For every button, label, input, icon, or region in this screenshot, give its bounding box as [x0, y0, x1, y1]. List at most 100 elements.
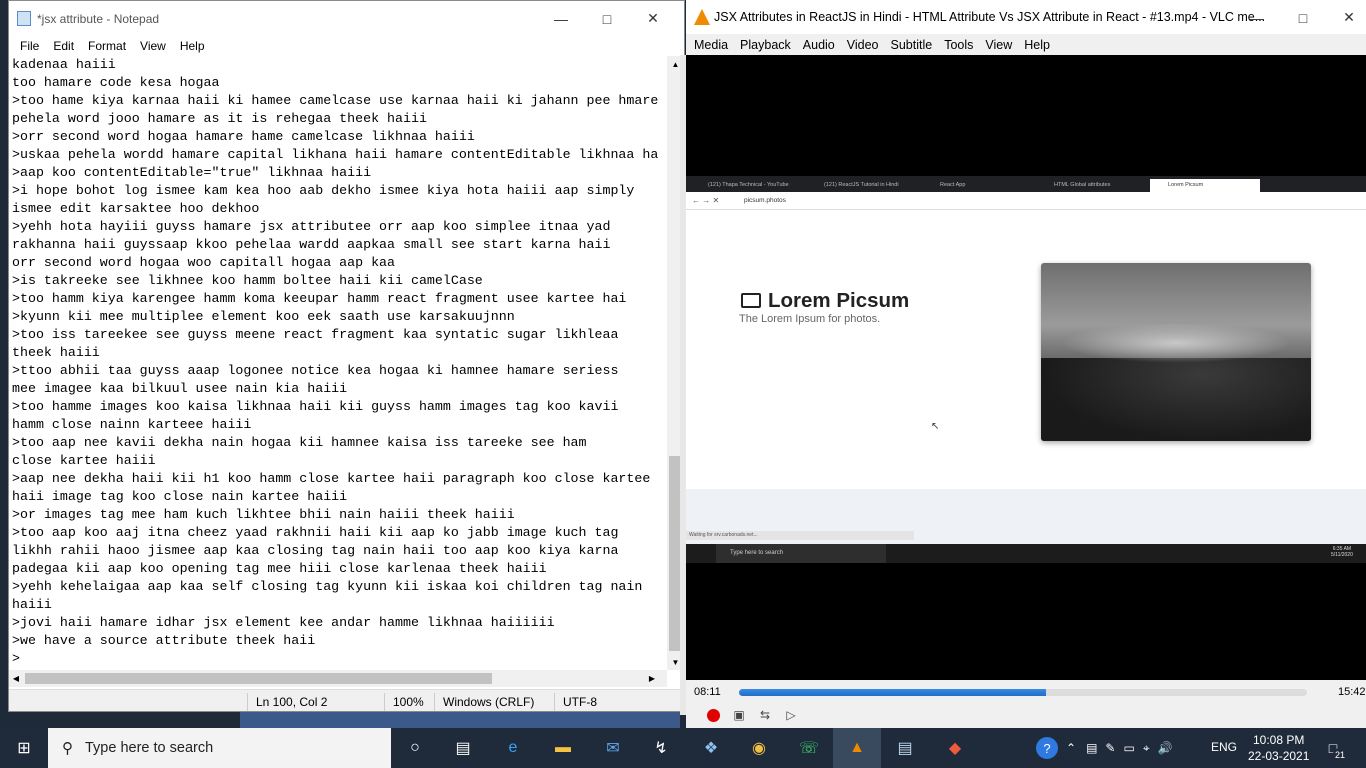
site-title: Lorem Picsum	[768, 289, 910, 312]
vlc-menu-subtitle[interactable]: Subtitle	[891, 38, 933, 52]
pen-icon[interactable]: ✎	[1105, 741, 1115, 755]
whatsapp-icon[interactable]: ☏	[785, 728, 833, 768]
dropbox-icon[interactable]: ❖	[687, 728, 735, 768]
notepad-app-icon	[17, 11, 31, 26]
text-line: >jovi haii hamare idhar jsx element kee …	[12, 615, 555, 630]
text-line: too hamare code kesa hogaa	[12, 75, 220, 90]
browser-tab-strip: (121) Thapa Technical - YouTube (121) Re…	[686, 176, 1366, 192]
seek-bar[interactable]	[739, 689, 1307, 696]
text-line: >too iss tareekee see guyss meene react …	[12, 327, 619, 342]
text-line: >or images tag mee ham kuch likhtee bhii…	[12, 507, 515, 522]
system-tray: ? ⌃ ▤ ✎ ▭ ⌖ 🔊	[1036, 728, 1173, 768]
maximize-icon[interactable]: □	[584, 1, 630, 36]
task-view-icon[interactable]: ▤	[439, 728, 487, 768]
text-line: kadenaa haiii	[12, 57, 116, 72]
seek-progress	[739, 689, 1046, 696]
search-icon: ⚲	[62, 740, 73, 757]
close-icon[interactable]: ✕	[630, 1, 676, 36]
snapshot-icon[interactable]: ▣	[728, 704, 750, 726]
text-line: >ttoo abhii taa guyss aaap logonee notic…	[12, 363, 619, 378]
sample-photo	[1041, 263, 1311, 441]
vlc-menu-view[interactable]: View	[985, 38, 1012, 52]
background-taskbar-strip	[240, 712, 680, 728]
vlc-menu-video[interactable]: Video	[847, 38, 879, 52]
text-line: >aap nee dekha haii kii h1 koo hamm clos…	[12, 471, 651, 486]
text-line: >too aap nee kavii dekha nain hogaa kii …	[12, 435, 587, 450]
text-line: >uskaa pehela wordd hamare capital likha…	[12, 147, 659, 162]
text-line: orr second word hogaa woo capitall hogaa…	[12, 255, 396, 270]
edge-icon[interactable]: e	[489, 728, 537, 768]
browser-tab-active: Lorem Picsum	[1150, 179, 1260, 192]
text-line: padegaa kii aap koo opening tag mee hiii…	[12, 561, 547, 576]
browser-tab: React App	[940, 182, 966, 188]
mail-icon[interactable]: ✉	[589, 728, 637, 768]
clock[interactable]: 10:08 PM 22-03-2021	[1248, 732, 1309, 764]
video-area[interactable]: (121) Thapa Technical - YouTube (121) Re…	[686, 55, 1366, 680]
windows-start-icon[interactable]: ⊞	[0, 728, 48, 768]
vlc-menu-media[interactable]: Media	[694, 38, 728, 52]
menu-help[interactable]: Help	[180, 39, 205, 53]
text-line: >too hame kiya karnaa haii ki hamee came…	[12, 93, 659, 108]
notepad-taskbar-icon[interactable]: ▤	[881, 728, 929, 768]
taskbar-search-box[interactable]: ⚲ Type here to search	[48, 728, 391, 768]
menu-view[interactable]: View	[140, 39, 166, 53]
notepad-menu-bar: File Edit Format View Help	[9, 36, 684, 56]
notepad-status-bar: Ln 100, Col 2 100% Windows (CRLF) UTF-8	[9, 689, 684, 711]
record-button[interactable]	[702, 704, 724, 726]
vlc-menu-help[interactable]: Help	[1024, 38, 1050, 52]
line-ending: Windows (CRLF)	[443, 695, 535, 709]
text-line: >yehh kehelaigaa aap kaa self closing ta…	[12, 579, 643, 594]
menu-edit[interactable]: Edit	[53, 39, 74, 53]
vlc-close-icon[interactable]: ✕	[1326, 0, 1366, 35]
volume-icon[interactable]: 🔊	[1158, 741, 1173, 755]
vlc-window: JSX Attributes in ReactJS in Hindi - HTM…	[686, 0, 1366, 731]
notepad-title-bar[interactable]: *jsx attribute - Notepad — □ ✕	[9, 1, 684, 36]
site-subtitle: The Lorem Ipsum for photos.	[739, 313, 881, 325]
vlc-maximize-icon[interactable]: □	[1280, 0, 1326, 35]
frame-step-icon[interactable]: ▷	[780, 704, 802, 726]
notepad-text-area[interactable]: kadenaa haiii too hamare code kesa hogaa >…	[12, 56, 667, 670]
scroll-left-icon[interactable]: ◀	[9, 670, 23, 687]
browser-url: picsum.photos	[744, 197, 786, 204]
vlc-menu-playback[interactable]: Playback	[740, 38, 791, 52]
browser-status-text: Waiting for srv.carbonads.net...	[686, 531, 914, 540]
vlc-title-bar[interactable]: JSX Attributes in ReactJS in Hindi - HTM…	[686, 0, 1366, 34]
text-line: >too hamm kiya karengee hamm koma keeupa…	[12, 291, 627, 306]
menu-format[interactable]: Format	[88, 39, 126, 53]
chrome-icon[interactable]: ◉	[735, 728, 783, 768]
vlc-minimize-icon[interactable]: —	[1234, 0, 1280, 35]
wifi-icon[interactable]: ⌖	[1143, 741, 1150, 756]
vlc-taskbar-icon[interactable]: ▲	[833, 728, 881, 768]
device-icon[interactable]: ▤	[1086, 741, 1097, 755]
vlc-menu-audio[interactable]: Audio	[803, 38, 835, 52]
git-icon[interactable]: ↯	[637, 728, 685, 768]
back-arrow-icon: ← → ✕	[692, 196, 720, 205]
encoding: UTF-8	[563, 695, 597, 709]
anydesk-icon[interactable]: ◆	[931, 728, 979, 768]
cortana-icon[interactable]: ○	[391, 728, 439, 768]
chevron-up-icon[interactable]: ⌃	[1066, 741, 1076, 755]
vlc-menu-tools[interactable]: Tools	[944, 38, 973, 52]
file-explorer-icon[interactable]: ▬	[539, 728, 587, 768]
zoom-level: 100%	[393, 695, 424, 709]
browser-tab: HTML Global attributes	[1054, 182, 1111, 188]
text-line: >i hope bohot log ismee kam kea hoo aab …	[12, 183, 635, 198]
picsum-logo-icon	[741, 293, 761, 308]
text-line: >too aap koo aaj itna cheez yaad rakhnii…	[12, 525, 619, 540]
text-line: >orr second word hogaa hamare hame camel…	[12, 129, 475, 144]
loop-ab-icon[interactable]: ⇆	[754, 704, 776, 726]
horizontal-scroll-thumb[interactable]	[25, 673, 492, 684]
battery-icon[interactable]: ▭	[1123, 741, 1134, 755]
windows-taskbar: ⊞ ⚲ Type here to search ○ ▤ e ▬ ✉ ↯ ❖ ◉ …	[0, 728, 1366, 768]
text-line: >kyunn kii mee multiplee element koo eek…	[12, 309, 515, 324]
notepad-window: *jsx attribute - Notepad — □ ✕ File Edit…	[8, 0, 685, 712]
scroll-right-icon[interactable]: ▶	[645, 670, 659, 687]
help-icon[interactable]: ?	[1036, 737, 1058, 759]
horizontal-scrollbar[interactable]: ◀ ▶	[9, 670, 667, 687]
input-language[interactable]: ENG	[1211, 740, 1237, 754]
notepad-title: *jsx attribute - Notepad	[37, 11, 160, 26]
minimize-icon[interactable]: —	[538, 1, 584, 36]
browser-address-bar: ← → ✕ picsum.photos	[686, 192, 1366, 210]
menu-file[interactable]: File	[20, 39, 39, 53]
text-line: >yehh hota hayiii guyss hamare jsx attri…	[12, 219, 611, 234]
